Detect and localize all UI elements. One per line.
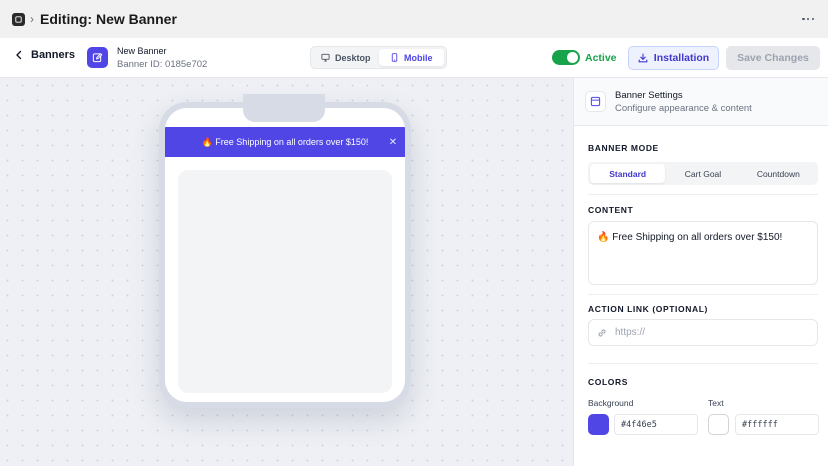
text-color-swatch[interactable] bbox=[708, 414, 729, 435]
action-link-input[interactable] bbox=[615, 327, 805, 338]
text-color-hex-input[interactable]: #ffffff bbox=[735, 414, 819, 435]
more-horizontal-icon[interactable] bbox=[802, 13, 814, 25]
banner-preview-text: 🔥 Free Shipping on all orders over $150! bbox=[201, 136, 369, 147]
divider bbox=[588, 194, 818, 195]
top-bar: › Editing: New Banner bbox=[0, 0, 828, 38]
close-icon[interactable]: ✕ bbox=[387, 136, 399, 148]
mode-option-cart-goal[interactable]: Cart Goal bbox=[665, 164, 740, 183]
edit-icon bbox=[87, 47, 108, 68]
app-logo-icon[interactable] bbox=[12, 12, 25, 26]
background-color-hex-input[interactable]: #4f46e5 bbox=[614, 414, 698, 435]
content-textarea[interactable]: 🔥 Free Shipping on all orders over $150! bbox=[588, 221, 818, 285]
chevron-left-icon bbox=[16, 50, 22, 60]
active-toggle[interactable] bbox=[552, 50, 580, 65]
preview-canvas: 🔥 Free Shipping on all orders over $150!… bbox=[0, 78, 573, 466]
status-label: Active bbox=[585, 52, 617, 64]
background-color-swatch[interactable] bbox=[588, 414, 609, 435]
breadcrumb-separator: › bbox=[30, 12, 34, 26]
back-to-banners-button[interactable]: Banners bbox=[14, 49, 75, 61]
mode-option-standard[interactable]: Standard bbox=[590, 164, 666, 183]
mode-option-countdown[interactable]: Countdown bbox=[741, 164, 816, 183]
banner-mode-label: BANNER MODE bbox=[588, 143, 659, 153]
installation-button[interactable]: Installation bbox=[628, 46, 719, 70]
device-option-desktop[interactable]: Desktop bbox=[313, 49, 379, 66]
toggle-knob bbox=[567, 52, 578, 63]
page-content-placeholder bbox=[178, 170, 392, 393]
phone-screen: 🔥 Free Shipping on all orders over $150!… bbox=[165, 108, 405, 402]
background-color-label: Background bbox=[588, 398, 634, 408]
action-link-field[interactable] bbox=[588, 319, 818, 346]
text-color-label: Text bbox=[708, 398, 724, 408]
banner-preview[interactable]: 🔥 Free Shipping on all orders over $150!… bbox=[165, 127, 405, 157]
banner-mode-selector: Standard Cart Goal Countdown bbox=[588, 162, 818, 185]
phone-frame: 🔥 Free Shipping on all orders over $150!… bbox=[159, 94, 411, 408]
colors-label: COLORS bbox=[588, 377, 628, 387]
settings-title: Banner Settings bbox=[615, 90, 683, 101]
link-icon bbox=[598, 329, 606, 336]
device-option-label: Desktop bbox=[334, 52, 371, 63]
banner-name: New Banner bbox=[117, 46, 167, 56]
divider bbox=[588, 363, 818, 364]
device-option-label: Mobile bbox=[404, 52, 433, 63]
settings-panel: Banner Settings Configure appearance & c… bbox=[573, 78, 828, 466]
divider bbox=[588, 294, 818, 295]
layout-icon bbox=[585, 91, 606, 112]
action-link-label: ACTION LINK (OPTIONAL) bbox=[588, 304, 708, 314]
smartphone-icon bbox=[391, 53, 398, 62]
settings-subtitle: Configure appearance & content bbox=[615, 103, 752, 114]
page-title: Editing: New Banner bbox=[40, 11, 177, 27]
banner-id: Banner ID: 0185e702 bbox=[117, 59, 208, 70]
back-button-label: Banners bbox=[31, 49, 76, 61]
device-option-mobile[interactable]: Mobile bbox=[378, 49, 444, 66]
monitor-icon bbox=[321, 53, 330, 62]
installation-label: Installation bbox=[653, 52, 710, 64]
device-toggle: Desktop Mobile bbox=[310, 46, 447, 69]
phone-notch bbox=[243, 94, 325, 122]
save-changes-button[interactable]: Save Changes bbox=[726, 46, 820, 70]
content-label: CONTENT bbox=[588, 205, 634, 215]
settings-panel-header: Banner Settings Configure appearance & c… bbox=[574, 78, 828, 126]
download-icon bbox=[638, 53, 648, 63]
